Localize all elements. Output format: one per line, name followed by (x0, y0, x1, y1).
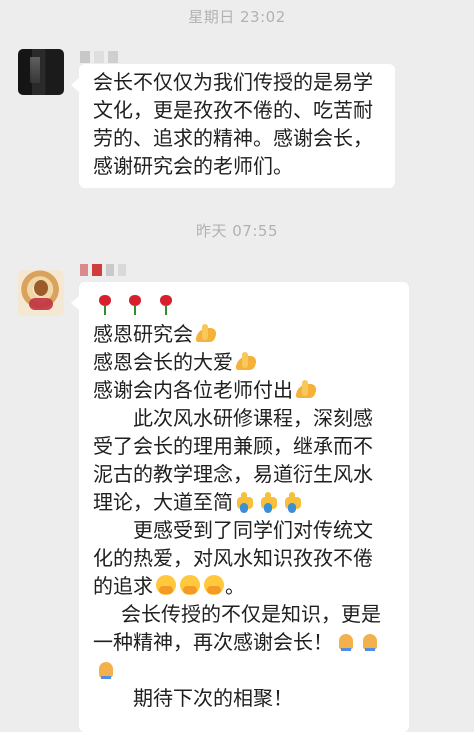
message-text: 感恩会长的大爱 (93, 350, 233, 374)
message-line: 会长传授的不仅是知识，更是 (121, 602, 381, 626)
message-line: 劳的、追求的精神。感谢会长， (93, 126, 373, 150)
message-bubble[interactable]: 感恩研究会 感恩会长的大爱 感谢会内各位老师付出 此次风水研修课程，深刻感 受了… (71, 282, 409, 732)
message-line: 感谢研究会的老师们。 (93, 154, 293, 178)
message-line (93, 292, 409, 320)
message-line: 会长不仅仅为我们传授的是易学 (93, 70, 373, 94)
folded-hands-icon (359, 630, 381, 652)
blurred-username (80, 50, 118, 64)
hugging-face-icon (179, 574, 201, 596)
message-text: 感恩研究会 (93, 322, 193, 346)
message-bubble[interactable]: 会长不仅仅为我们传授的是易学 文化，更是孜孜不倦的、吃苦耐 劳的、追求的精神。感… (71, 64, 395, 188)
message-line: 理论，大道至简 (93, 488, 409, 516)
folded-hands-icon (235, 350, 257, 372)
message-line: 一种精神，再次感谢会长！ (93, 628, 409, 656)
message-text: 理论，大道至简 (93, 490, 233, 514)
rose-icon (125, 294, 147, 316)
timestamp-sunday: 星期日 23:02 (188, 8, 286, 26)
thumbs-up-icon (283, 490, 305, 512)
folded-hands-icon (335, 630, 357, 652)
blur-block (80, 51, 90, 63)
message-line: 更感受到了同学们对传统文 (133, 518, 373, 542)
timestamp-yesterday: 昨天 07:55 (196, 222, 278, 240)
message-text: 一种精神，再次感谢会长！ (93, 630, 333, 654)
message-line: 化的热爱，对风水知识孜孜不倦 (93, 546, 373, 570)
avatar[interactable] (18, 49, 64, 95)
blur-block (106, 264, 114, 276)
blur-block (94, 51, 104, 63)
blur-block (108, 51, 118, 63)
rose-icon (95, 294, 117, 316)
message-line: 此次风水研修课程，深刻感 (133, 406, 373, 430)
folded-hands-icon (295, 378, 317, 400)
message-line (93, 656, 409, 684)
blur-block (118, 264, 126, 276)
hugging-face-icon (155, 574, 177, 596)
message-line: 感谢会内各位老师付出 (93, 376, 409, 404)
message-text: 。 (225, 574, 245, 598)
message-line: 文化，更是孜孜不倦的、吃苦耐 (93, 98, 373, 122)
message-line: 泥古的教学理念，易道衍生风水 (93, 462, 373, 486)
message-line: 期待下次的相聚！ (133, 686, 293, 710)
rose-icon (156, 294, 178, 316)
message-line: 受了会长的理用兼顾，继承而不 (93, 434, 373, 458)
blur-block (80, 264, 88, 276)
message-line: 感恩研究会 (93, 320, 409, 348)
thumbs-up-icon (259, 490, 281, 512)
thumbs-up-icon (235, 490, 257, 512)
message-line: 感恩会长的大爱 (93, 348, 409, 376)
message-text: 的追求 (93, 574, 153, 598)
blur-block (92, 264, 102, 276)
message-text: 感谢会内各位老师付出 (93, 378, 293, 402)
hugging-face-icon (203, 574, 225, 596)
avatar[interactable] (18, 270, 64, 316)
message-line: 的追求 。 (93, 572, 409, 600)
blurred-username (80, 263, 126, 277)
folded-hands-icon (195, 322, 217, 344)
folded-hands-icon (95, 658, 117, 680)
